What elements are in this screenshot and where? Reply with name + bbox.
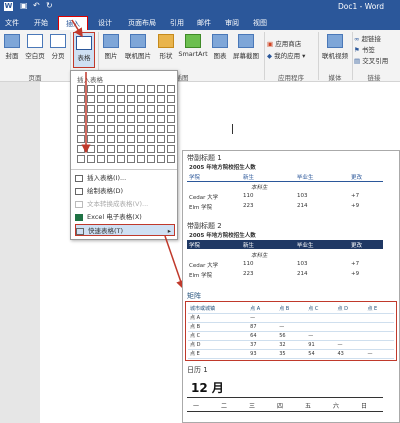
quick-tables-gallery: 带副标题 1 2005 年地方院校招生人数 学院 新生 毕业生 更改 本科生 C…	[182, 150, 400, 423]
matrix-header: 点 B	[277, 304, 307, 314]
matrix-cell	[365, 340, 394, 350]
matrix-cell: —	[365, 349, 394, 359]
t2-caption: 2005 年地方院校招生人数	[189, 233, 256, 239]
calendar-day: 四	[277, 403, 284, 410]
gallery-title-subtitle-1: 带副标题 1	[187, 154, 222, 162]
t1-cell: +7	[351, 193, 360, 199]
t1-cell: 223	[243, 203, 254, 209]
matrix-cell	[335, 313, 366, 323]
t1-cell: 110	[243, 193, 254, 199]
t1-rule	[187, 181, 383, 182]
t1-header: 学院	[189, 175, 201, 181]
calendar-month: 12 月	[191, 381, 224, 395]
matrix-cell: 点 D	[188, 340, 249, 350]
gallery-title-subtitle-2: 带副标题 2	[187, 222, 222, 230]
matrix-row: 点 E 93 35 54 43—	[188, 349, 394, 359]
t2-header: 学院	[189, 243, 201, 249]
calendar-day: 一	[193, 403, 200, 410]
matrix-cell: 35	[277, 349, 307, 359]
matrix-cell: 点 E	[188, 349, 249, 359]
matrix-header: 点 C	[306, 304, 336, 314]
matrix-row: 点 C 64 56—	[188, 331, 394, 341]
calendar-day: 日	[361, 403, 368, 410]
matrix-cell: 点 C	[188, 331, 249, 341]
t2-cell: 223	[243, 271, 254, 277]
matrix-cell: 32	[277, 340, 307, 350]
t1-cell: Cedar 大学	[189, 195, 219, 201]
matrix-cell: 64	[248, 331, 278, 341]
t1-subheader: 本科生	[251, 185, 268, 191]
t1-cell: Elm 学院	[189, 205, 213, 211]
matrix-cell: 87	[248, 322, 278, 332]
quick-table-subtitle-2[interactable]: 2005 年地方院校招生人数 学院 新生 毕业生 更改 本科生 Cedar 大学…	[187, 231, 387, 283]
arrow-to-table-button	[71, 19, 83, 38]
matrix-cell	[277, 313, 307, 323]
matrix-cell: 点 B	[188, 322, 249, 332]
calendar-day: 六	[333, 403, 340, 410]
t1-cell: +9	[351, 203, 360, 209]
arrow-to-matrix	[164, 235, 185, 290]
t2-header: 新生	[243, 243, 255, 249]
matrix-cell: 43	[335, 349, 366, 359]
matrix-cell: —	[248, 313, 278, 323]
t2-cell: Cedar 大学	[189, 263, 219, 269]
matrix-cell: —	[277, 322, 307, 332]
matrix-cell: 54	[306, 349, 336, 359]
calendar-rule	[187, 411, 383, 412]
matrix-header: 点 E	[365, 304, 394, 314]
matrix-cell	[306, 313, 336, 323]
t1-cell: 214	[297, 203, 308, 209]
matrix-cell	[365, 322, 394, 332]
calendar-day: 二	[221, 403, 228, 410]
t2-cell: 110	[243, 261, 254, 267]
matrix-header: 点 D	[335, 304, 366, 314]
quick-table-subtitle-1[interactable]: 2005 年地方院校招生人数 学院 新生 毕业生 更改 本科生 Cedar 大学…	[187, 163, 387, 213]
t2-cell: +9	[351, 271, 360, 277]
calendar-day: 五	[305, 403, 312, 410]
calendar-day: 三	[249, 403, 256, 410]
gallery-title-matrix: 矩阵	[187, 292, 201, 300]
t2-cell: +7	[351, 261, 360, 267]
t1-header: 更改	[351, 175, 363, 181]
matrix-cell	[365, 313, 394, 323]
matrix-header-row: 城市或城镇 点 A 点 B 点 C 点 D 点 E	[188, 304, 394, 314]
matrix-cell: —	[306, 331, 336, 341]
matrix-cell: —	[335, 340, 366, 350]
matrix-cell: 93	[248, 349, 278, 359]
matrix-cell: 91	[306, 340, 336, 350]
t1-header: 新生	[243, 175, 255, 181]
matrix-cell	[335, 322, 366, 332]
t2-cell: Elm 学院	[189, 273, 213, 279]
matrix-header: 点 A	[248, 304, 278, 314]
t1-caption: 2005 年地方院校招生人数	[189, 165, 256, 171]
matrix-cell	[306, 322, 336, 332]
matrix-cell: 56	[277, 331, 307, 341]
t1-header: 毕业生	[297, 175, 314, 181]
quick-table-matrix[interactable]: 城市或城镇 点 A 点 B 点 C 点 D 点 E 点 A — 点 B 87— 点 …	[185, 301, 397, 361]
calendar-rule	[187, 397, 383, 398]
t2-header: 毕业生	[297, 243, 314, 249]
gallery-title-calendar: 日历 1	[187, 366, 208, 374]
matrix-row: 点 B 87—	[188, 322, 394, 332]
quick-table-calendar[interactable]: 12 月 一 二 三 四 五 六 日	[187, 377, 387, 422]
matrix-row: 点 D 37 32 91—	[188, 340, 394, 350]
matrix-cell: 37	[248, 340, 278, 350]
matrix-cell: 点 A	[188, 313, 249, 323]
matrix-cell	[365, 331, 394, 341]
matrix-row: 点 A —	[188, 313, 394, 323]
t1-cell: 103	[297, 193, 308, 199]
matrix-cell	[335, 331, 366, 341]
t2-subheader: 本科生	[251, 253, 268, 259]
t2-cell: 103	[297, 261, 308, 267]
t2-header: 更改	[351, 243, 363, 249]
t2-cell: 214	[297, 271, 308, 277]
matrix-header: 城市或城镇	[188, 304, 249, 314]
